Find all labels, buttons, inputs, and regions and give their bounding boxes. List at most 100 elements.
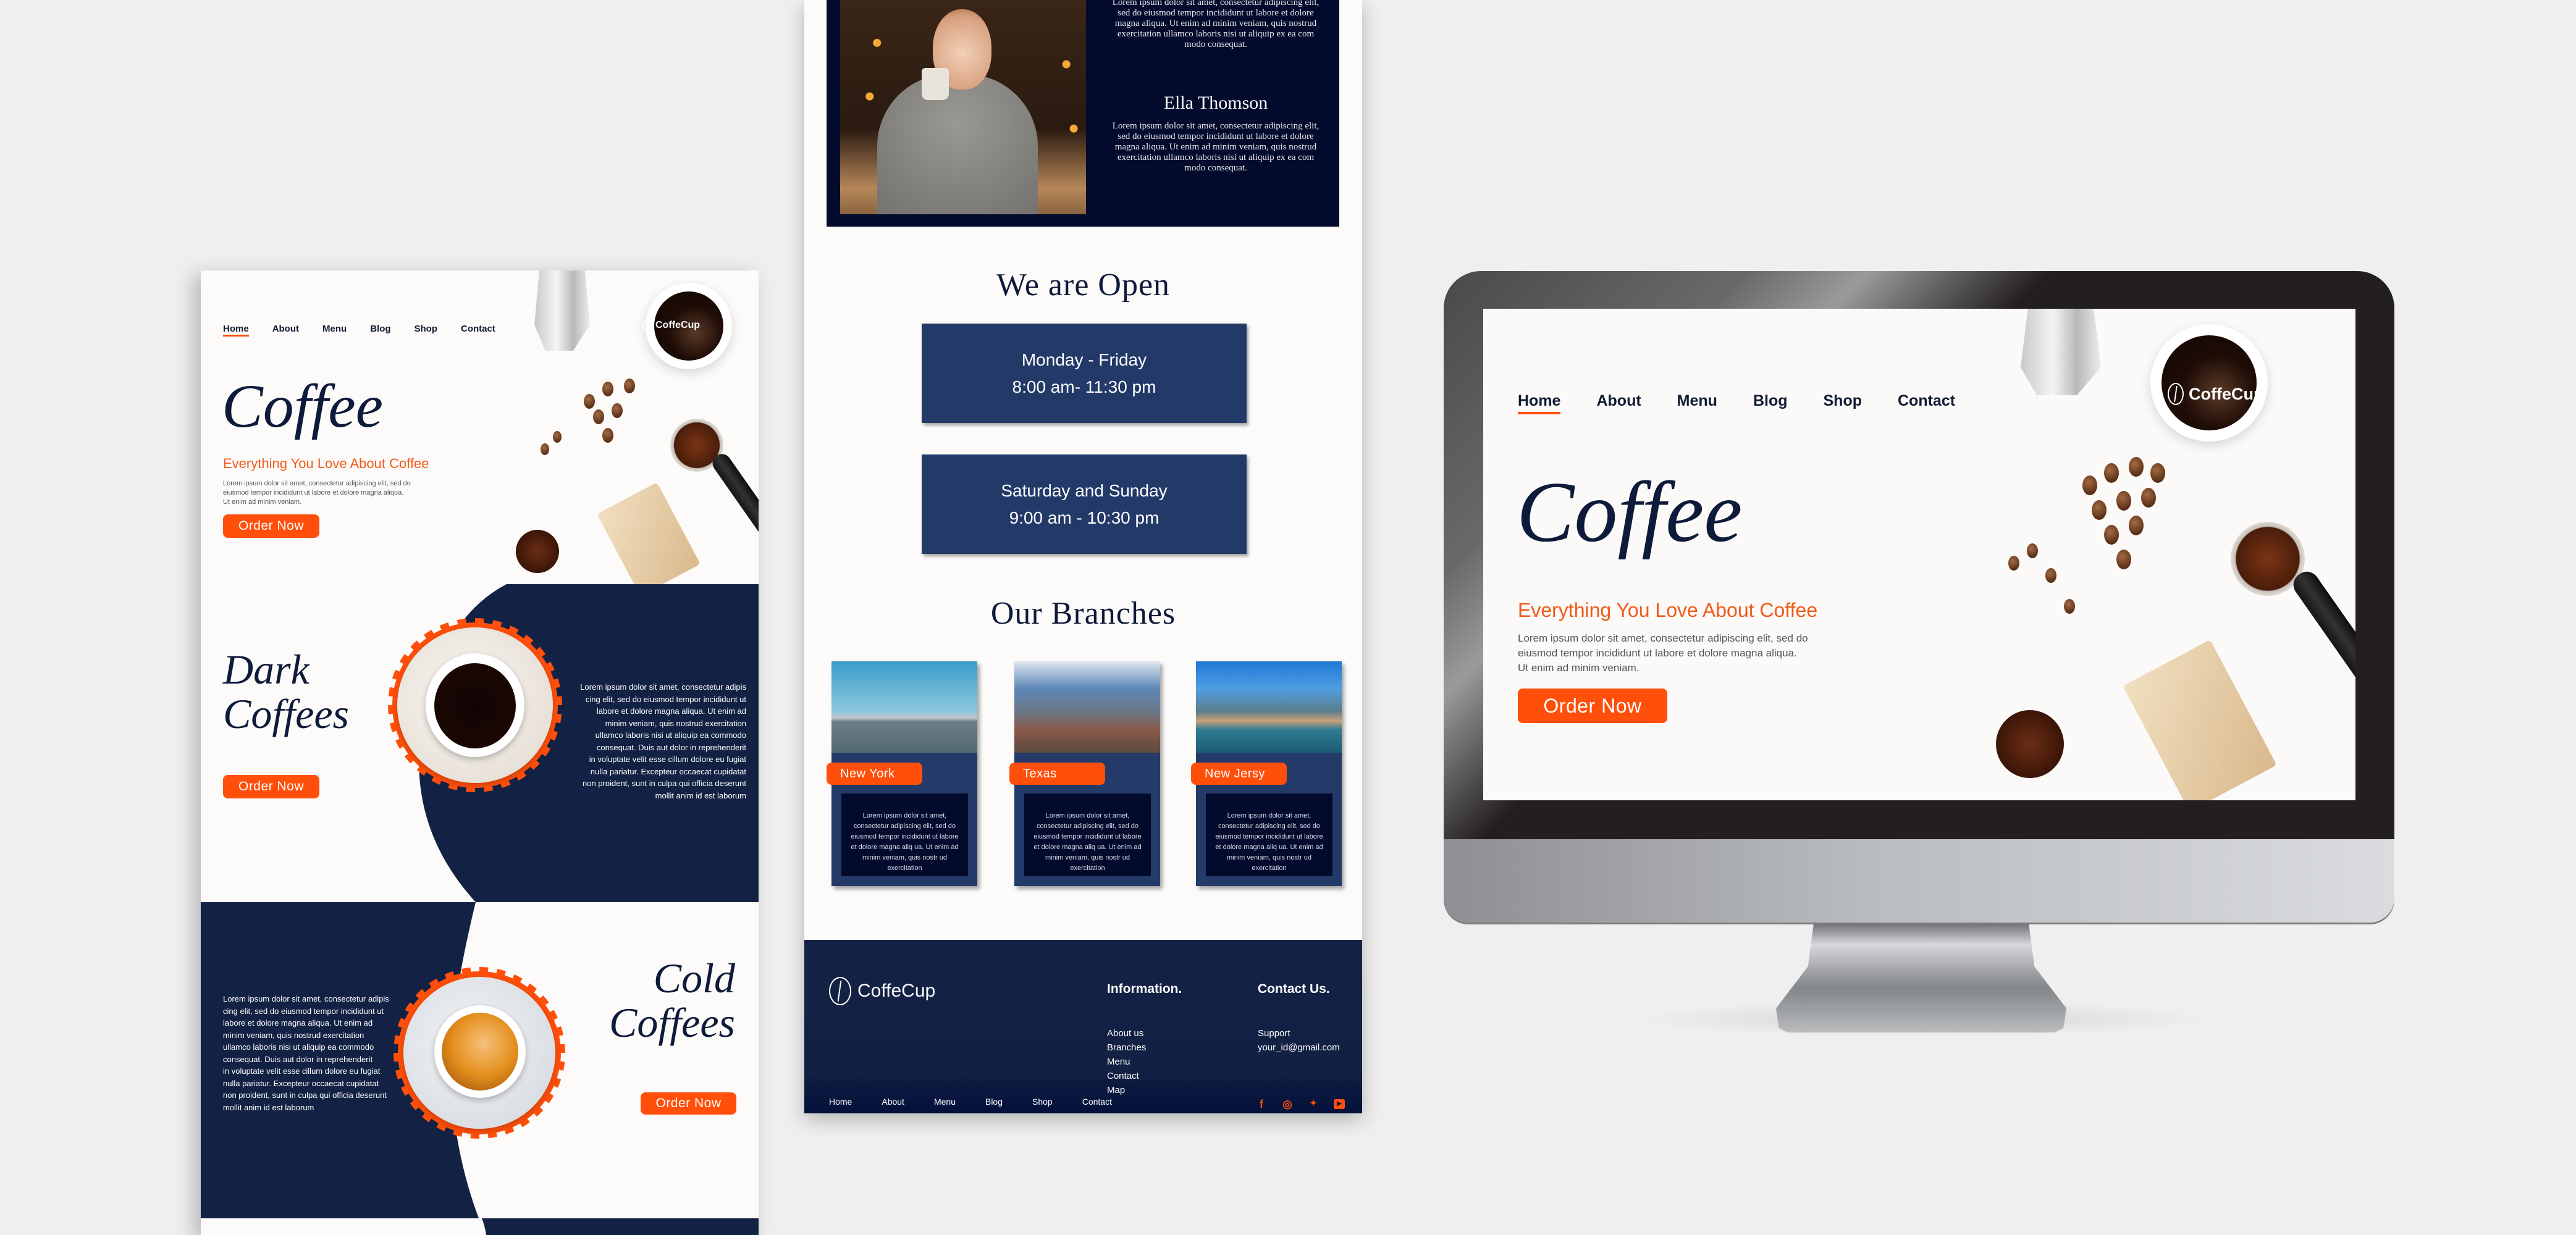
- nav-shop[interactable]: Shop: [1824, 392, 1863, 410]
- hero-order-now-button[interactable]: Order Now: [1518, 689, 1667, 723]
- hero-title: Coffee: [222, 372, 384, 440]
- footer-nav-contact[interactable]: Contact: [1082, 1097, 1112, 1107]
- nav-shop[interactable]: Shop: [415, 324, 438, 334]
- body-line: non proident, sunt in culpa qui officia …: [583, 779, 746, 788]
- hero-body-line: Ut enim ad minim veniam.: [223, 498, 302, 506]
- facebook-icon[interactable]: f: [1256, 1098, 1267, 1111]
- branch-card-texas[interactable]: Texas Lorem ipsum dolor sit amet, consec…: [1009, 661, 1160, 886]
- hours-box-weekend: Saturday and Sunday 9:00 am - 10:30 pm: [922, 454, 1247, 554]
- nav-contact[interactable]: Contact: [1898, 392, 1955, 410]
- branch-description: Lorem ipsum dolor sit amet, consectetur …: [841, 793, 968, 876]
- footer-logo[interactable]: CoffeCup: [829, 977, 935, 1005]
- branch-description: Lorem ipsum dolor sit amet, consectetur …: [1206, 793, 1332, 876]
- body-line: consequat. Duis aut dolor in reprehender…: [596, 742, 746, 752]
- nav-about[interactable]: About: [272, 324, 299, 334]
- nav-menu[interactable]: Menu: [322, 324, 347, 334]
- testimonial-section: Lorem ipsum dolor sit amet, consectetur …: [827, 0, 1339, 227]
- info-heading: Information.: [1107, 982, 1182, 996]
- new-york-skyline-image: [831, 661, 977, 753]
- body-line: mollit anim id est laborum: [655, 790, 746, 800]
- body-line: in voluptate velit esse cillum dolore eu…: [223, 1066, 381, 1076]
- instagram-icon[interactable]: ◎: [1282, 1098, 1293, 1111]
- body-line: cing elit, sed do eiusmod tempor incidid…: [223, 1006, 384, 1016]
- hero-body: Lorem ipsum dolor sit amet, consectetur …: [1518, 631, 1808, 676]
- footer-support-link[interactable]: Support: [1258, 1026, 1340, 1040]
- cold-coffees-body: Lorem ipsum dolor sit amet, consectetur …: [223, 993, 408, 1113]
- cold-coffees-title: Cold Coffees: [547, 956, 735, 1045]
- hero-title: Coffee: [1517, 464, 1743, 560]
- text-line: magna aliqua. Ut enim ad minim veniam, q…: [1114, 19, 1317, 28]
- moka-pot-image: [534, 270, 590, 351]
- testimonial-text: Lorem ipsum dolor sit amet, consectetur …: [1098, 121, 1333, 174]
- hours-days: Saturday and Sunday: [1001, 480, 1168, 500]
- text-line: Lorem ipsum dolor sit amet, consectetur …: [1112, 0, 1320, 7]
- nav-blog[interactable]: Blog: [1753, 392, 1788, 410]
- hero-body-line: Lorem ipsum dolor sit amet, consectetur …: [1518, 632, 1808, 644]
- text-line: magna aliqua. Ut enim ad minim veniam, q…: [1114, 142, 1317, 152]
- footer-nav-home[interactable]: Home: [829, 1097, 852, 1107]
- hero-order-now-button[interactable]: Order Now: [223, 514, 319, 538]
- nav-home[interactable]: Home: [223, 324, 249, 337]
- testimonial-top-text: Lorem ipsum dolor sit amet, consectetur …: [1098, 0, 1333, 50]
- hours-time: 9:00 am - 10:30 pm: [1009, 508, 1160, 527]
- nav-blog[interactable]: Blog: [370, 324, 390, 334]
- footer-nav-shop[interactable]: Shop: [1032, 1097, 1053, 1107]
- footer-nav-about[interactable]: About: [882, 1097, 904, 1107]
- contact-heading: Contact Us.: [1258, 982, 1330, 996]
- moka-pot-image: [2021, 309, 2101, 395]
- coffee-bean-logo-icon: [642, 319, 652, 332]
- brand-logo[interactable]: CoffeCup: [2168, 383, 2263, 405]
- footer-link-menu[interactable]: Menu: [1107, 1055, 1146, 1069]
- branch-card-new-york[interactable]: New York Lorem ipsum dolor sit amet, con…: [827, 661, 977, 886]
- info-links: About us Branches Menu Contact Map: [1107, 1026, 1146, 1097]
- branch-card-new-jersy[interactable]: New Jersy Lorem ipsum dolor sit amet, co…: [1191, 661, 1342, 886]
- dark-coffees-order-button[interactable]: Order Now: [223, 775, 319, 798]
- footer-link-map[interactable]: Map: [1107, 1083, 1146, 1097]
- text-line: sed do eiusmod tempor incididunt ut labo…: [1118, 132, 1314, 141]
- bean-bag-image: [597, 482, 701, 587]
- footer-link-about-us[interactable]: About us: [1107, 1026, 1146, 1040]
- testimonial-name: Ella Thomson: [1163, 93, 1268, 113]
- dark-coffees-title: Dark Coffees: [223, 647, 349, 736]
- cold-coffees-title-line: Cold: [653, 955, 735, 1002]
- text-line: sed do eiusmod tempor incididunt ut labo…: [1118, 8, 1314, 18]
- monitor-stand: [1776, 923, 2066, 1032]
- nav-menu[interactable]: Menu: [1677, 392, 1717, 410]
- branch-description: Lorem ipsum dolor sit amet, consectetur …: [1024, 793, 1151, 876]
- brand-name: CoffeCup: [2189, 384, 2264, 403]
- new-jersy-skyline-image: [1196, 661, 1342, 753]
- dark-coffees-body: Lorem ipsum dolor sit amet, consectetur …: [571, 681, 746, 802]
- body-line: in voluptate velit esse cillum dolore eu…: [589, 755, 746, 764]
- body-line: cing elit, sed do eiusmod tempor incidid…: [585, 694, 746, 704]
- branches-title: Our Branches: [990, 596, 1176, 631]
- dark-coffees-title-line: Dark: [223, 646, 309, 693]
- branch-name-tag: Texas: [1009, 763, 1105, 785]
- footer-email-link[interactable]: your_id@gmail.com: [1258, 1040, 1340, 1055]
- cold-coffees-order-button[interactable]: Order Now: [641, 1092, 736, 1115]
- nav-contact[interactable]: Contact: [461, 324, 495, 334]
- hero-subtitle: Everything You Love About Coffee: [1518, 599, 1818, 621]
- brand-logo[interactable]: CoffeCup: [642, 319, 700, 332]
- body-line: labore et dolore magna aliqua. Ut enim a…: [223, 1018, 373, 1028]
- footer-link-branches[interactable]: Branches: [1107, 1040, 1146, 1055]
- cold-coffees-title-line: Coffees: [609, 999, 735, 1046]
- landing-page-mockup-left: CoffeCup Home About Menu Blog Shop Conta…: [201, 270, 759, 1235]
- body-line: minim veniam, quis nostrud exercitation: [605, 718, 746, 728]
- nav-home[interactable]: Home: [1518, 392, 1561, 414]
- footer-nav-menu[interactable]: Menu: [934, 1097, 956, 1107]
- footer-link-contact[interactable]: Contact: [1107, 1069, 1146, 1083]
- contact-info: Support your_id@gmail.com: [1258, 1026, 1340, 1055]
- monitor-screen: CoffeCup Home About Menu Blog Shop Conta…: [1483, 309, 2355, 800]
- hero-body-line: Ut enim ad minim veniam.: [1518, 662, 1639, 674]
- hero-body-line: Lorem ipsum dolor sit amet, consectetur …: [223, 480, 411, 487]
- body-line: labore et dolore magna aliqua. Ut enim a…: [596, 706, 746, 716]
- customer-photo: [840, 0, 1086, 214]
- bean-bag-image: [2123, 639, 2277, 800]
- footer-nav-blog[interactable]: Blog: [985, 1097, 1003, 1107]
- youtube-icon[interactable]: ▶: [1334, 1099, 1345, 1109]
- brand-name: CoffeCup: [655, 320, 700, 330]
- monitor-chin: [1444, 839, 2394, 923]
- nav-about[interactable]: About: [1596, 392, 1641, 410]
- twitter-icon[interactable]: ✦: [1308, 1098, 1319, 1111]
- hero-coffee-photo: [460, 270, 759, 587]
